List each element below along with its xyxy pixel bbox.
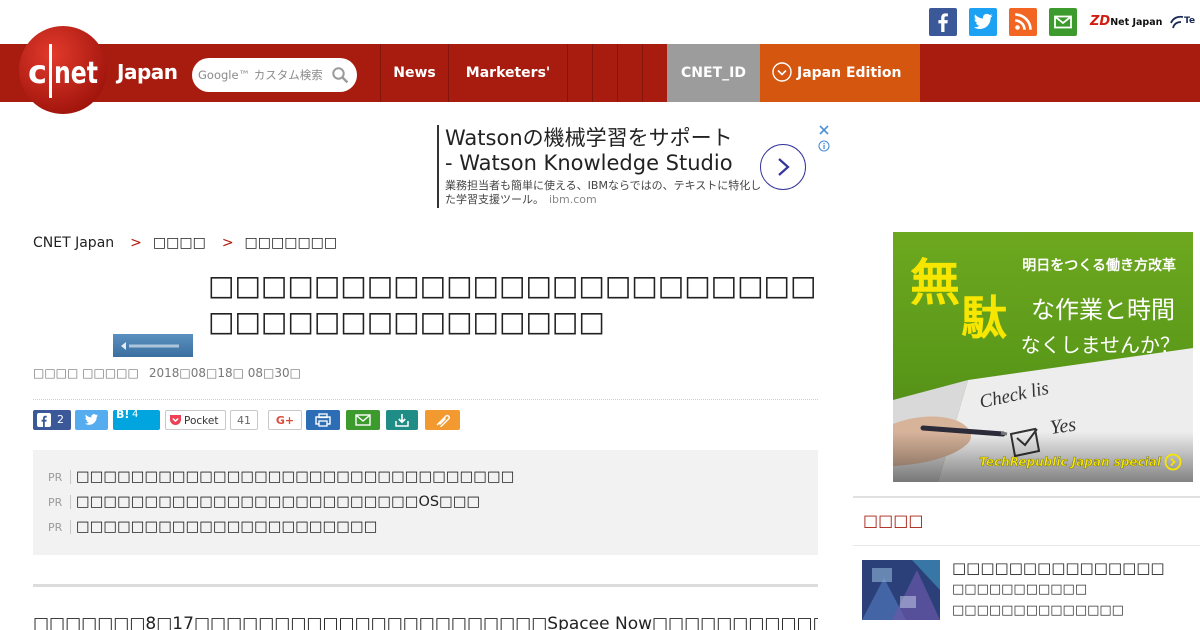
chevron-right-icon [778,158,790,176]
nav-item-blank[interactable] [567,44,592,102]
section-divider [33,584,818,587]
breadcrumb-item-section[interactable]: □□□□ [153,235,206,251]
mail-icon[interactable] [1049,8,1077,36]
pr-label: PR [48,521,63,534]
divider [33,399,818,400]
facebook-share-count: 2 [57,413,64,426]
article-date: 2018□08□18□ 08□30□ [148,366,301,380]
pr-link-text[interactable]: □□□□□□□□□□□□□□□□□□□□□□□□□□□□□□□□ [76,469,514,485]
breadcrumb-separator: > [130,235,142,251]
save-button[interactable] [386,410,418,430]
search-input[interactable] [198,65,328,85]
search-icon[interactable] [331,66,349,84]
facebook-icon [37,413,51,427]
pocket-button[interactable]: Pocket [165,410,226,430]
techrepublic-logo-text: Te [1184,16,1196,26]
banner-big-2: 駄 [961,291,1007,345]
nav-item-marketers[interactable]: Marketers' [448,44,567,102]
rss-icon[interactable] [1009,8,1037,36]
banner-line-2: なくしませんか？ [1021,333,1180,357]
breadcrumb-item-home[interactable]: CNET Japan [33,235,114,251]
pr-link[interactable]: PR □□□□□□□□□□□□□□□□□□□□□□ [48,513,818,538]
twitter-icon[interactable] [969,8,997,36]
company-logo-image [121,342,179,350]
article-author: □□□□ □□□□□ [33,366,139,380]
ranking-item-title[interactable]: □□□□□□□□□□□□□□□ [952,558,1165,578]
ad-open-button[interactable] [760,144,806,190]
ad-accent-bar [437,125,439,208]
pr-link-text[interactable]: □□□□□□□□□□□□□□□□□□□□□□ [76,519,377,535]
email-share-button[interactable] [346,410,380,430]
download-icon [395,414,409,427]
zdnet-logo-zd: ZD [1090,14,1111,29]
logo-edition-label: Japan [117,60,178,84]
sidebar-divider [853,545,1200,546]
sidebar-divider [853,496,1200,498]
clip-button[interactable] [425,410,460,430]
banner-big-1: 無 [910,254,960,312]
pr-label: PR [48,471,63,484]
ad-headline-1[interactable]: Watsonの機械学習をサポート [445,126,763,151]
pr-link[interactable]: PR □□□□□□□□□□□□□□□□□□□□□□□□□OS□□□ [48,488,818,513]
chevron-down-icon [772,61,792,82]
nav-item-blank[interactable] [642,44,667,102]
ranking-item-thumbnail[interactable] [862,560,940,620]
ad-description-text: 業務担当者も簡単に使える、IBMならではの、テキストに特化した学習支援ツール。 [445,179,762,206]
ad-domain[interactable]: ibm.com [549,193,597,206]
cnet-logo[interactable]: c net [19,26,107,114]
cnet-id-button[interactable]: CNET_ID [667,44,760,102]
print-icon [315,413,331,427]
paperclip-icon [436,414,450,427]
twitter-icon [84,414,99,425]
google-plus-button[interactable]: G+ [268,410,302,430]
hatena-bookmark-button[interactable]: B! 4 [113,408,160,430]
ranking-item-subtitle: □□□□□□□□□□□□□□ [952,603,1124,618]
facebook-share-button[interactable]: 2 [33,410,71,430]
pr-label: PR [48,496,63,509]
breadcrumb-separator: > [221,235,234,251]
share-bar: 2 B! 4 Pocket 41 G+ [33,408,463,431]
article-body: □□□□□□□8□17□□□□□□□□□□□□□□□□□□□□□□Spacee … [33,614,818,630]
article-meta: □□□□ □□□□□ 2018□08□18□ 08□30□ [33,365,301,381]
article-title: □□□□□□□□□□□□□□□□□□□□□□□□□□□□□□□□□□□□□□ [208,269,817,338]
facebook-icon[interactable] [929,8,957,36]
breadcrumb: CNET Japan > □□□□ > □□□□□□□ [33,233,337,253]
ad-headline-2[interactable]: - Watson Knowledge Studio [445,151,763,176]
pr-link-text[interactable]: □□□□□□□□□□□□□□□□□□□□□□□□□OS□□□ [76,494,480,510]
techrepublic-logo[interactable]: Te [1170,12,1200,32]
ad-info-icon[interactable] [818,140,830,152]
print-button[interactable] [306,410,340,430]
twitter-share-button[interactable] [75,410,108,430]
mail-icon [355,414,371,426]
pocket-count: 41 [230,410,258,430]
search-box [192,58,357,92]
article-thumbnail [113,334,193,357]
banner-footer: TechRepublic Japan special [979,455,1162,469]
banner-line-1: な作業と時間 [1031,296,1175,324]
pr-link[interactable]: PR □□□□□□□□□□□□□□□□□□□□□□□□□□□□□□□□ [48,463,818,488]
pocket-label: Pocket [184,415,219,427]
pr-links-box: PR □□□□□□□□□□□□□□□□□□□□□□□□□□□□□□□□ PR □□□… [33,450,818,555]
ranking-item-subtitle: □□□□□□□□□□□ [952,582,1088,597]
pocket-icon [170,415,181,425]
techrepublic-icon [1170,15,1184,29]
sidebar-banner-ad[interactable]: Check lis Yes 明日をつくる働き方改革 無 駄 な作業と時間 なくし… [893,232,1193,482]
nav-item-blank[interactable] [617,44,642,102]
breadcrumb-item-category[interactable]: □□□□□□□ [245,235,338,251]
japan-edition-menu[interactable]: Japan Edition [760,44,920,102]
text-ad[interactable]: Watsonの機械学習をサポート - Watson Knowledge Stud… [445,126,763,207]
ad-description: 業務担当者も簡単に使える、IBMならではの、テキストに特化した学習支援ツール。 i… [445,179,763,207]
nav-item-blank[interactable] [592,44,617,102]
banner-tagline: 明日をつくる働き方改革 [1022,257,1176,274]
logo-letter-c: c [28,53,47,91]
ranking-heading: □□□□ [863,511,924,530]
zdnet-japan-logo[interactable]: ZDNet Japan [1090,10,1162,32]
hatena-count: 4 [132,409,139,420]
nav-item-news[interactable]: News [380,44,448,102]
logo-letters-net: net [54,56,98,91]
ad-close-icon[interactable] [818,124,830,136]
zdnet-logo-text: Net Japan [1110,17,1163,28]
hatena-label: B! [116,408,130,421]
japan-edition-label: Japan Edition [797,65,902,81]
